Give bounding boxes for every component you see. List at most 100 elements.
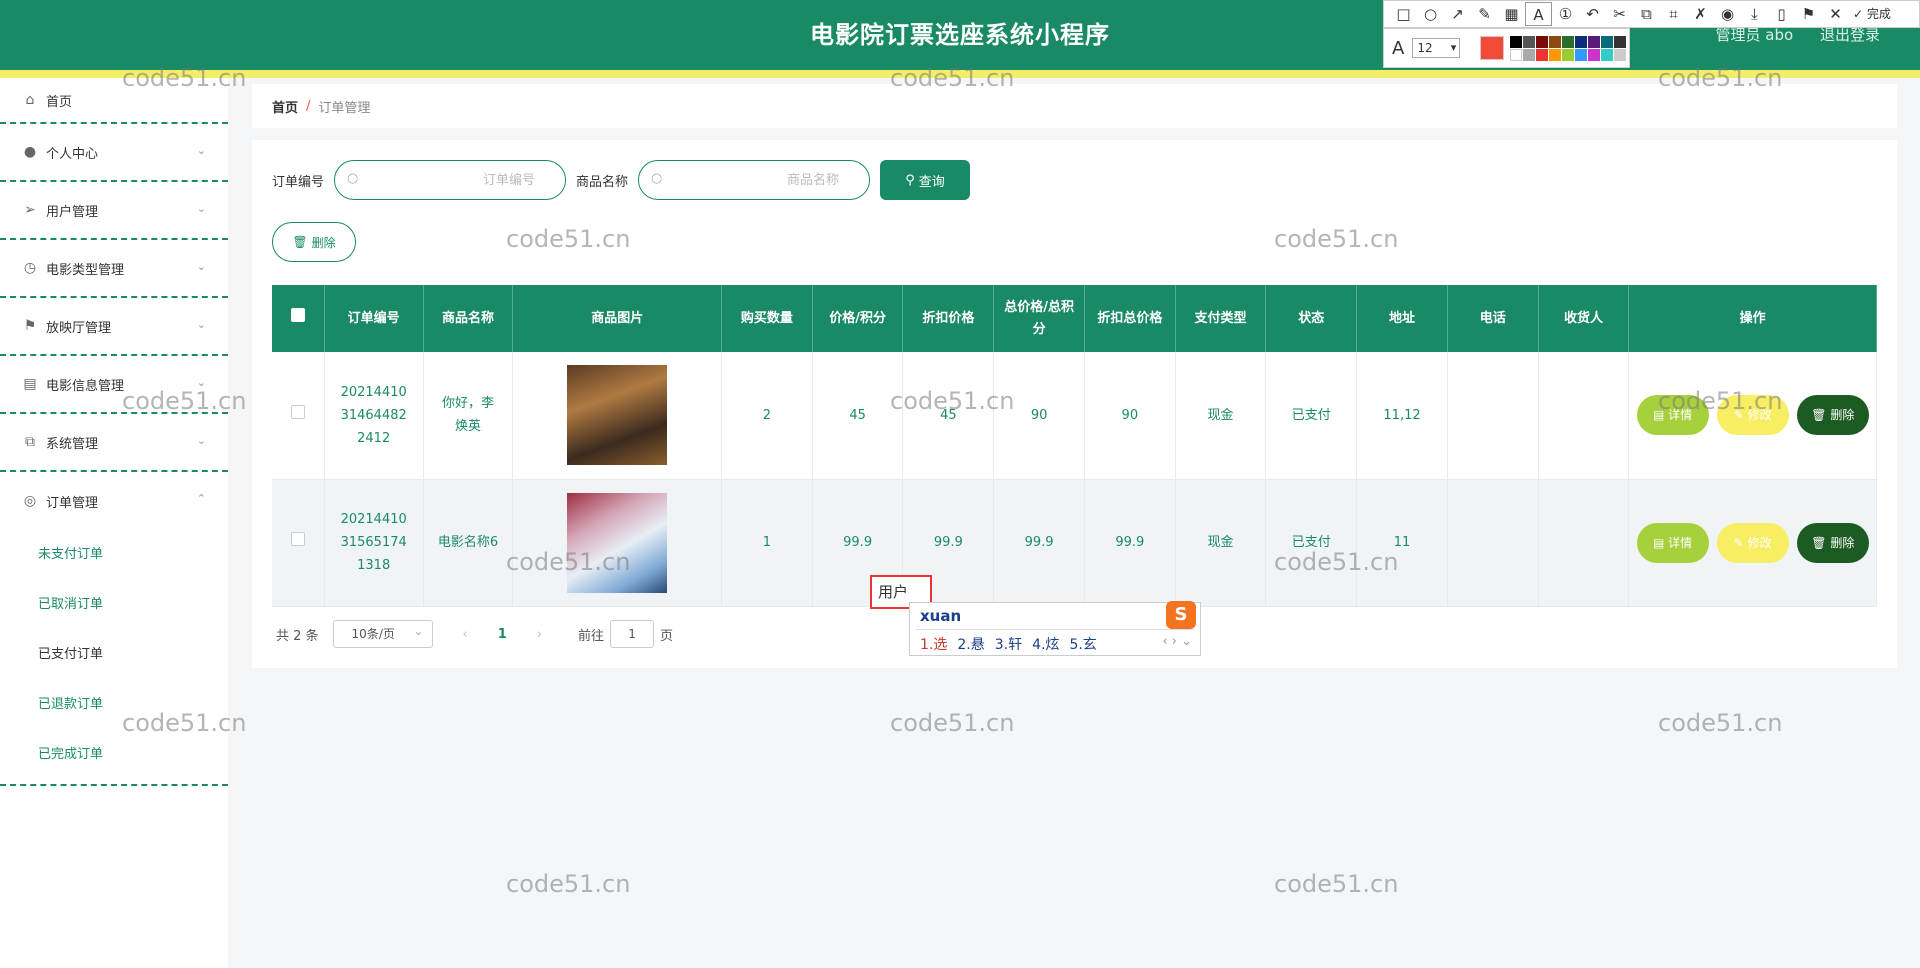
query-button[interactable]: ⚲ 查询	[880, 160, 971, 200]
done-button[interactable]: ✓ 完成	[1853, 2, 1891, 26]
sidebar-item-system[interactable]: ⧉ 系统管理 ⌄	[0, 414, 228, 472]
pen-icon[interactable]: ✎	[1471, 2, 1498, 26]
prev-page-icon[interactable]: ‹	[463, 627, 468, 642]
col-header: 商品名称	[423, 285, 514, 352]
font-icon: A	[1392, 37, 1405, 59]
phone-cell	[1447, 479, 1539, 607]
detail-button[interactable]: ▤ 详情	[1636, 395, 1709, 436]
order-no-line: 31464482	[340, 407, 407, 423]
sidebar-item-orders[interactable]: ◎ 订单管理 ⌃	[0, 472, 228, 530]
detail-button[interactable]: ▤ 详情	[1636, 522, 1709, 563]
ime-candidate[interactable]: 3.轩	[995, 637, 1022, 653]
submenu-unpaid-orders[interactable]: 未支付订单	[0, 530, 228, 580]
order-no-input[interactable]	[335, 161, 566, 199]
goods-name-search: ○	[638, 160, 871, 200]
sidebar-item-label: 用户管理	[46, 204, 99, 220]
sidebar: ⌂ 首页 ● 个人中心 ⌄ ➢ 用户管理 ⌄ ◷ 电影类型管理 ⌄ ⚑ 放映厅管…	[0, 78, 228, 968]
step-icon[interactable]: ①	[1552, 2, 1579, 26]
chevron-up-icon: ⌃	[196, 492, 206, 505]
delete-button[interactable]: 🗑 删除	[1796, 522, 1869, 563]
ime-candidate[interactable]: 2.悬	[957, 637, 984, 653]
pin-icon[interactable]: ⚑	[1795, 2, 1822, 26]
translate-icon[interactable]: ✗	[1687, 2, 1714, 26]
submenu-paid-orders[interactable]: 已支付订单	[0, 630, 228, 680]
batch-delete-button[interactable]: 🗑 删除	[272, 222, 356, 262]
table-header-row: 订单编号 商品名称 商品图片 购买数量 价格/积分 折扣价格 总价格/总积分 折…	[272, 285, 1877, 352]
cut-icon[interactable]: ✂	[1606, 2, 1633, 26]
goods-image-cell	[512, 352, 723, 480]
col-header: 电话	[1447, 285, 1539, 352]
home-icon: ⌂	[25, 92, 35, 108]
submenu-cancelled-orders[interactable]: 已取消订单	[0, 580, 228, 630]
sidebar-item-personal[interactable]: ● 个人中心 ⌄	[0, 124, 228, 182]
font-size-select[interactable]: 12	[1412, 38, 1461, 58]
row-select-cell	[272, 352, 325, 480]
ellipse-icon[interactable]: ○	[1417, 2, 1444, 26]
page-unit-label: 页	[660, 628, 674, 644]
ime-divider	[916, 629, 1194, 630]
breadcrumb-home[interactable]: 首页	[272, 97, 298, 116]
col-header-text: 总价格/总积分	[1004, 299, 1074, 337]
sidebar-item-users[interactable]: ➢ 用户管理 ⌄	[0, 182, 228, 240]
text-icon[interactable]: A	[1525, 2, 1552, 26]
undo-icon[interactable]: ↶	[1579, 2, 1606, 26]
logout-link[interactable]: 退出登录	[1820, 26, 1880, 44]
search-icon: ○	[347, 171, 359, 186]
sidebar-item-movie-types[interactable]: ◷ 电影类型管理 ⌄	[0, 240, 228, 298]
row-checkbox[interactable]	[290, 532, 305, 546]
goto-label: 前往	[578, 628, 605, 644]
delete-button[interactable]: 🗑 删除	[1796, 395, 1869, 436]
col-header: 总价格/总积分	[993, 285, 1085, 352]
order-no-label: 订单编号	[272, 174, 325, 190]
phone-icon[interactable]: ▯	[1768, 2, 1795, 26]
chevron-down-icon: ⌄	[196, 260, 206, 273]
ime-pinyin: xuan	[920, 607, 962, 625]
col-header: 状态	[1265, 285, 1358, 352]
sidebar-item-label: 系统管理	[46, 436, 99, 452]
current-color-swatch[interactable]	[1480, 36, 1505, 60]
goods-name-cell: 你好，李 焕英	[423, 352, 514, 480]
pay-type-cell: 现金	[1175, 352, 1267, 480]
qty-cell: 1	[721, 479, 813, 607]
sidebar-item-label: 电影类型管理	[46, 262, 125, 278]
close-icon[interactable]: ✕	[1822, 2, 1849, 26]
sidebar-item-halls[interactable]: ⚑ 放映厅管理 ⌄	[0, 298, 228, 356]
color-palette[interactable]	[1510, 35, 1627, 61]
ime-candidate[interactable]: 4.炫	[1032, 637, 1059, 653]
edit-button[interactable]: ✎ 修改	[1716, 522, 1789, 563]
ime-candidate[interactable]: 5.玄	[1069, 637, 1096, 653]
mosaic-icon[interactable]: ▦	[1498, 2, 1525, 26]
ime-candidate[interactable]: 1.选	[920, 637, 947, 653]
watermark: code51.cn	[506, 870, 631, 898]
copy-icon[interactable]: ⧉	[1633, 2, 1660, 26]
next-page-icon[interactable]: ›	[537, 627, 542, 642]
query-label: 查询	[918, 174, 945, 190]
ocr-icon[interactable]: ⌗	[1660, 2, 1687, 26]
row-select-cell	[272, 479, 325, 607]
copy-icon: ⧉	[25, 434, 35, 450]
row-checkbox[interactable]	[290, 404, 305, 419]
arrow-icon[interactable]: ↗	[1444, 2, 1471, 26]
page-number[interactable]: 1	[498, 627, 507, 642]
select-all-checkbox[interactable]	[290, 307, 305, 322]
edit-button[interactable]: ✎ 修改	[1716, 395, 1789, 436]
download-icon[interactable]: ⤓	[1741, 2, 1768, 26]
breadcrumb: 首页 / 订单管理	[252, 84, 1897, 128]
address-cell: 11	[1356, 479, 1448, 607]
admin-user-label[interactable]: 管理员 abo	[1716, 26, 1794, 44]
sidebar-item-movie-info[interactable]: ▤ 电影信息管理 ⌄	[0, 356, 228, 414]
sidebar-item-home[interactable]: ⌂ 首页	[0, 78, 228, 124]
ime-page-nav[interactable]: ‹ › ⌄	[1162, 634, 1192, 649]
edit-label: 修改	[1747, 535, 1772, 550]
goto-page-input[interactable]: 1	[610, 620, 655, 648]
table-row: 20214410 31464482 2412 你好，李 焕英 2 45 45 9…	[272, 352, 1877, 480]
ime-candidates: 1.选 2.悬 3.轩 4.炫 5.玄	[920, 634, 1107, 654]
submenu-refunded-orders[interactable]: 已退款订单	[0, 680, 228, 730]
rect-icon[interactable]: □	[1390, 2, 1417, 26]
col-header: 收货人	[1538, 285, 1630, 352]
page-size-select[interactable]: 10条/页	[332, 618, 433, 648]
submenu-completed-orders[interactable]: 已完成订单	[0, 730, 228, 780]
record-icon[interactable]: ◉	[1714, 2, 1741, 26]
col-header: 订单编号	[324, 285, 424, 352]
goods-name-input[interactable]	[639, 161, 870, 199]
